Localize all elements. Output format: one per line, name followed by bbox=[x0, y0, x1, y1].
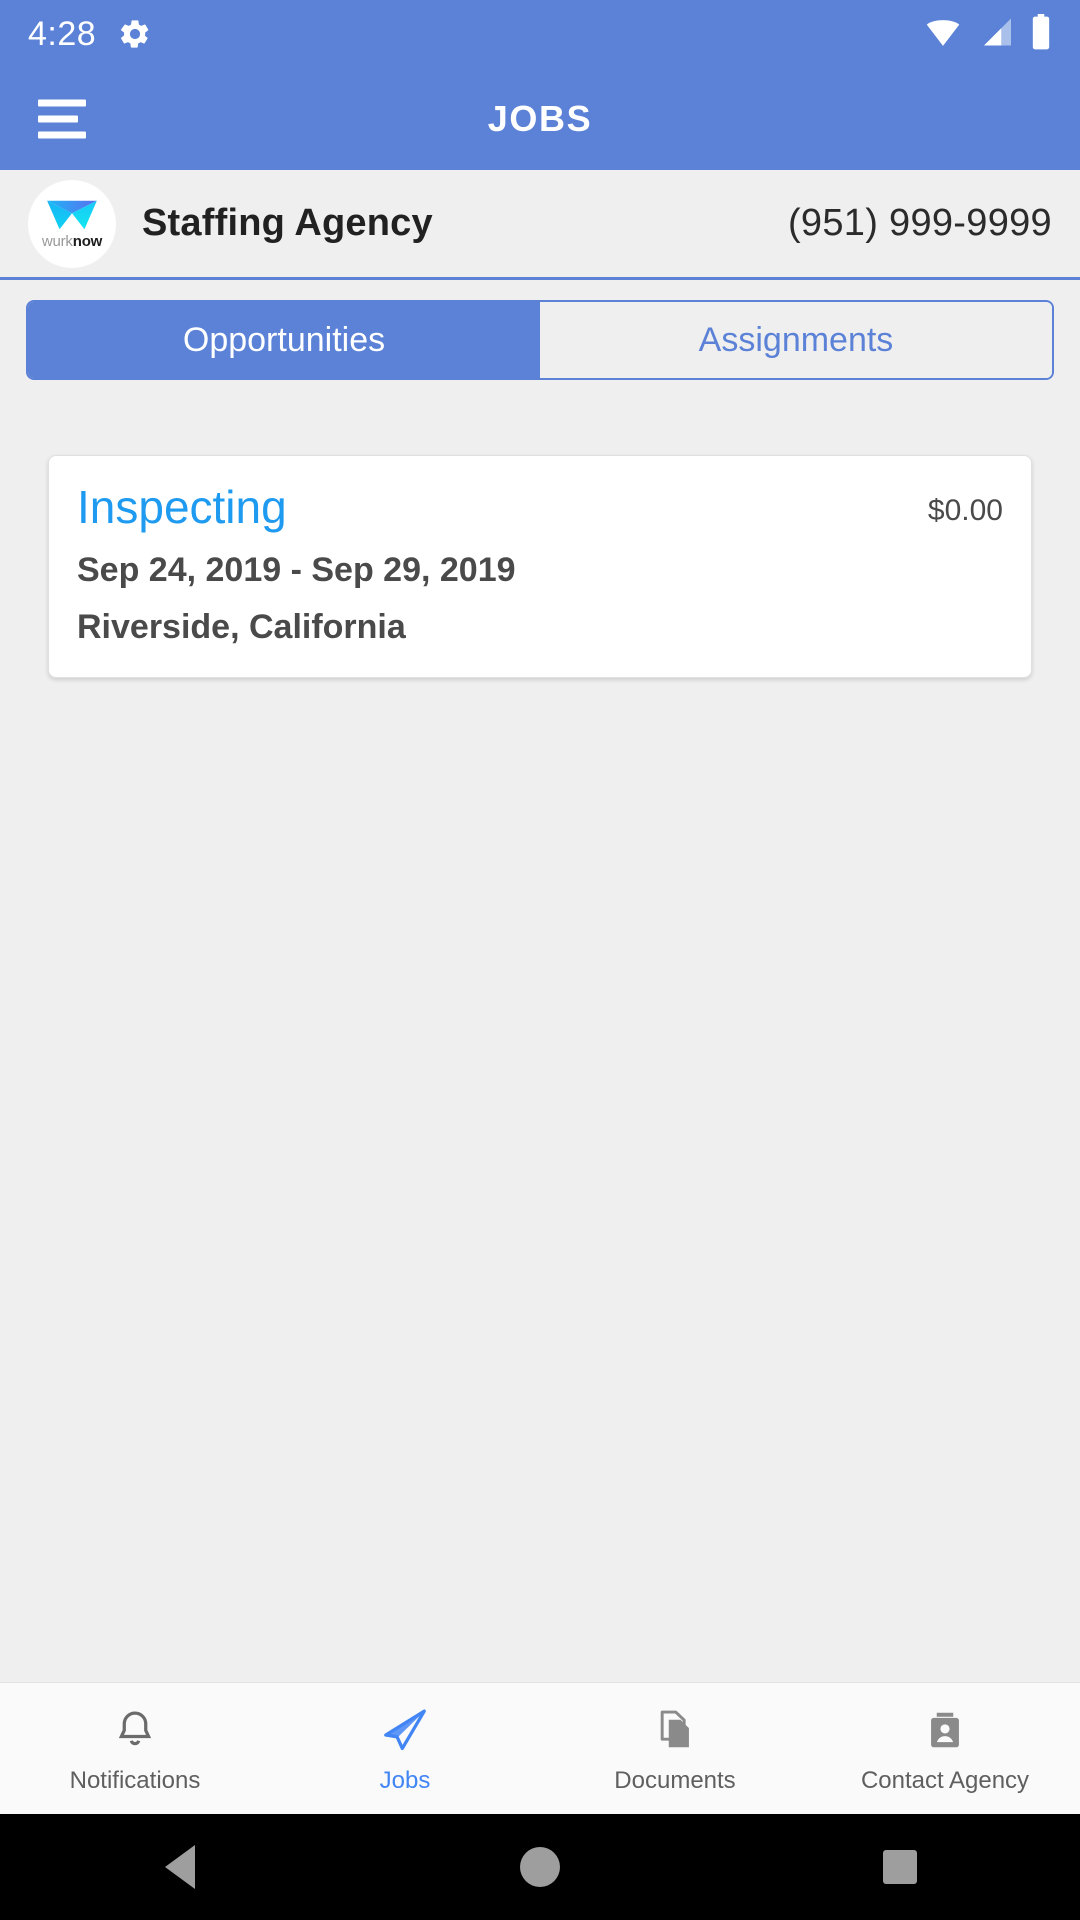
hamburger-menu-icon[interactable] bbox=[38, 99, 86, 139]
back-glyph bbox=[165, 1845, 195, 1889]
hamburger-line bbox=[38, 131, 86, 139]
agency-name: Staffing Agency bbox=[142, 202, 433, 244]
nav-item-jobs[interactable]: Jobs bbox=[270, 1703, 540, 1795]
bell-icon bbox=[112, 1703, 158, 1757]
documents-icon bbox=[653, 1703, 697, 1757]
home-circle-icon[interactable] bbox=[360, 1847, 720, 1887]
nav-item-notifications[interactable]: Notifications bbox=[0, 1703, 270, 1795]
tab-bar: Opportunities Assignments bbox=[0, 280, 1080, 400]
gear-icon bbox=[118, 17, 152, 51]
tab-opportunities[interactable]: Opportunities bbox=[28, 302, 540, 378]
app-bar: JOBS bbox=[0, 68, 1080, 170]
bottom-navigation: Notifications Jobs Documents Contact Age… bbox=[0, 1682, 1080, 1814]
status-bar-icons bbox=[924, 13, 1052, 55]
job-date-range: Sep 24, 2019 - Sep 29, 2019 bbox=[77, 550, 516, 589]
hamburger-line bbox=[38, 115, 78, 123]
status-bar-clock: 4:28 bbox=[28, 15, 97, 53]
recents-square-icon[interactable] bbox=[720, 1850, 1080, 1884]
contact-card-icon bbox=[923, 1703, 967, 1757]
system-navigation-bar bbox=[0, 1814, 1080, 1920]
wifi-icon bbox=[924, 15, 962, 54]
battery-icon bbox=[1030, 13, 1052, 55]
job-card[interactable]: Inspecting $0.00 Sep 24, 2019 - Sep 29, … bbox=[48, 455, 1032, 678]
nav-item-contact-agency[interactable]: Contact Agency bbox=[810, 1703, 1080, 1795]
nav-label-notifications: Notifications bbox=[69, 1766, 201, 1794]
hamburger-line bbox=[38, 99, 86, 107]
nav-label-jobs: Jobs bbox=[379, 1766, 431, 1794]
tab-group: Opportunities Assignments bbox=[26, 300, 1054, 380]
home-glyph bbox=[520, 1847, 560, 1887]
app-screen: 4:28 JOBS wurknow Staffing Agency (951) … bbox=[0, 0, 1080, 1920]
wurknow-w-icon bbox=[47, 200, 97, 229]
page-title: JOBS bbox=[487, 98, 593, 139]
wurknow-wordmark: wurknow bbox=[42, 234, 102, 249]
nav-label-documents: Documents bbox=[614, 1766, 736, 1794]
status-bar: 4:28 bbox=[0, 0, 1080, 68]
agency-header: wurknow Staffing Agency (951) 999-9999 bbox=[0, 170, 1080, 280]
job-list: Inspecting $0.00 Sep 24, 2019 - Sep 29, … bbox=[0, 400, 1080, 1682]
logo-text-bold: now bbox=[72, 232, 103, 250]
logo-text-light: wurk bbox=[41, 232, 73, 250]
agency-phone[interactable]: (951) 999-9999 bbox=[788, 202, 1052, 245]
nav-item-documents[interactable]: Documents bbox=[540, 1703, 810, 1795]
job-location: Riverside, California bbox=[77, 607, 406, 646]
wurknow-logo: wurknow bbox=[28, 179, 116, 268]
cellular-signal-icon bbox=[978, 15, 1014, 54]
recents-glyph bbox=[883, 1850, 917, 1884]
send-icon bbox=[380, 1703, 430, 1757]
back-triangle-icon[interactable] bbox=[0, 1845, 360, 1889]
nav-label-contact-agency: Contact Agency bbox=[860, 1766, 1030, 1794]
tab-assignments[interactable]: Assignments bbox=[540, 302, 1052, 378]
job-title: Inspecting bbox=[77, 481, 287, 533]
job-card-top-row: Inspecting $0.00 bbox=[77, 482, 1003, 533]
job-price: $0.00 bbox=[927, 494, 1003, 527]
